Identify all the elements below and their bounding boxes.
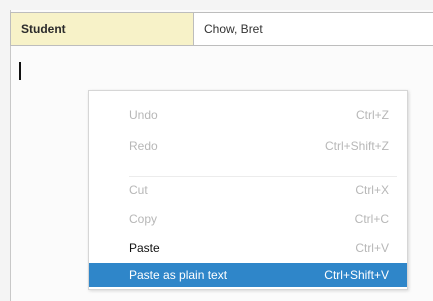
student-name-value: Chow, Bret: [204, 22, 263, 36]
menu-item-label: Paste: [129, 241, 160, 255]
menu-item-label: Cut: [129, 183, 148, 197]
student-label: Student: [10, 13, 194, 45]
menu-item-shortcut: Ctrl+V: [355, 241, 389, 255]
menu-item-copy[interactable]: Copy Ctrl+C: [89, 207, 407, 231]
menu-item-shortcut: Ctrl+Shift+V: [324, 268, 389, 282]
menu-item-cut[interactable]: Cut Ctrl+X: [89, 178, 407, 202]
menu-item-shortcut: Ctrl+Shift+Z: [324, 139, 389, 153]
menu-separator: [129, 176, 397, 177]
menu-item-paste[interactable]: Paste Ctrl+V: [89, 236, 407, 260]
menu-item-shortcut: Ctrl+C: [354, 212, 389, 226]
menu-item-label: Redo: [129, 139, 158, 153]
text-cursor: [19, 62, 21, 80]
menu-item-paste-plain-text[interactable]: Paste as plain text Ctrl+Shift+V: [89, 263, 407, 287]
context-menu: Undo Ctrl+Z Redo Ctrl+Shift+Z Cut Ctrl+X…: [88, 90, 408, 290]
menu-item-undo[interactable]: Undo Ctrl+Z: [89, 103, 407, 127]
menu-item-redo[interactable]: Redo Ctrl+Shift+Z: [89, 134, 407, 158]
menu-item-label: Copy: [129, 212, 158, 226]
menu-item-label: Paste as plain text: [129, 268, 228, 282]
menu-item-shortcut: Ctrl+X: [355, 183, 389, 197]
menu-item-shortcut: Ctrl+Z: [356, 108, 389, 122]
menu-item-label: Undo: [129, 108, 158, 122]
student-row: Student Chow, Bret: [10, 12, 433, 46]
